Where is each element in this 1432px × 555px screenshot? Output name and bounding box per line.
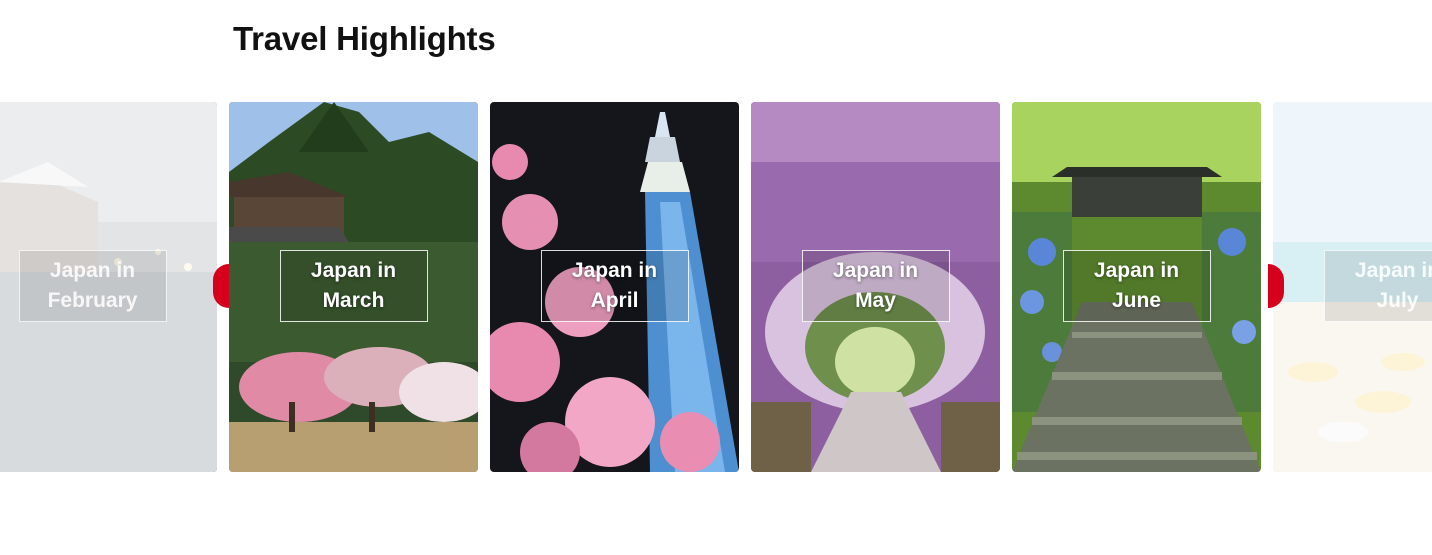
card-label: Japan in June (1062, 250, 1211, 322)
carousel-prev-button[interactable] (213, 264, 229, 308)
highlight-card-may[interactable]: Japan in May (751, 102, 1000, 472)
card-label: Japan in February (18, 250, 167, 322)
card-label: Japan in April (540, 250, 689, 322)
card-label: Japan in March (279, 250, 428, 322)
card-label-line2: June (1111, 289, 1161, 312)
card-label-line2: May (855, 289, 896, 312)
section-title: Travel Highlights (233, 20, 496, 57)
highlight-card-february[interactable]: Japan in February (0, 102, 217, 472)
card-label: Japan in May (801, 250, 950, 322)
highlight-card-july[interactable]: Japan in July (1273, 102, 1432, 472)
card-label: Japan in July (1323, 250, 1432, 322)
card-label-line2: March (322, 289, 385, 312)
card-label-line1: Japan in (571, 259, 658, 282)
highlight-card-march[interactable]: Japan in March (229, 102, 478, 472)
card-label-line1: Japan in (310, 259, 397, 282)
card-label-line1: Japan in (1354, 259, 1432, 282)
card-label-line2: July (1376, 289, 1419, 312)
card-label-line1: Japan in (1093, 259, 1180, 282)
card-label-line2: April (590, 289, 639, 312)
highlight-card-april[interactable]: Japan in April (490, 102, 739, 472)
card-label-line2: February (47, 289, 138, 312)
card-label-line1: Japan in (49, 259, 136, 282)
highlight-card-june[interactable]: Japan in June (1012, 102, 1261, 472)
card-label-line1: Japan in (832, 259, 919, 282)
